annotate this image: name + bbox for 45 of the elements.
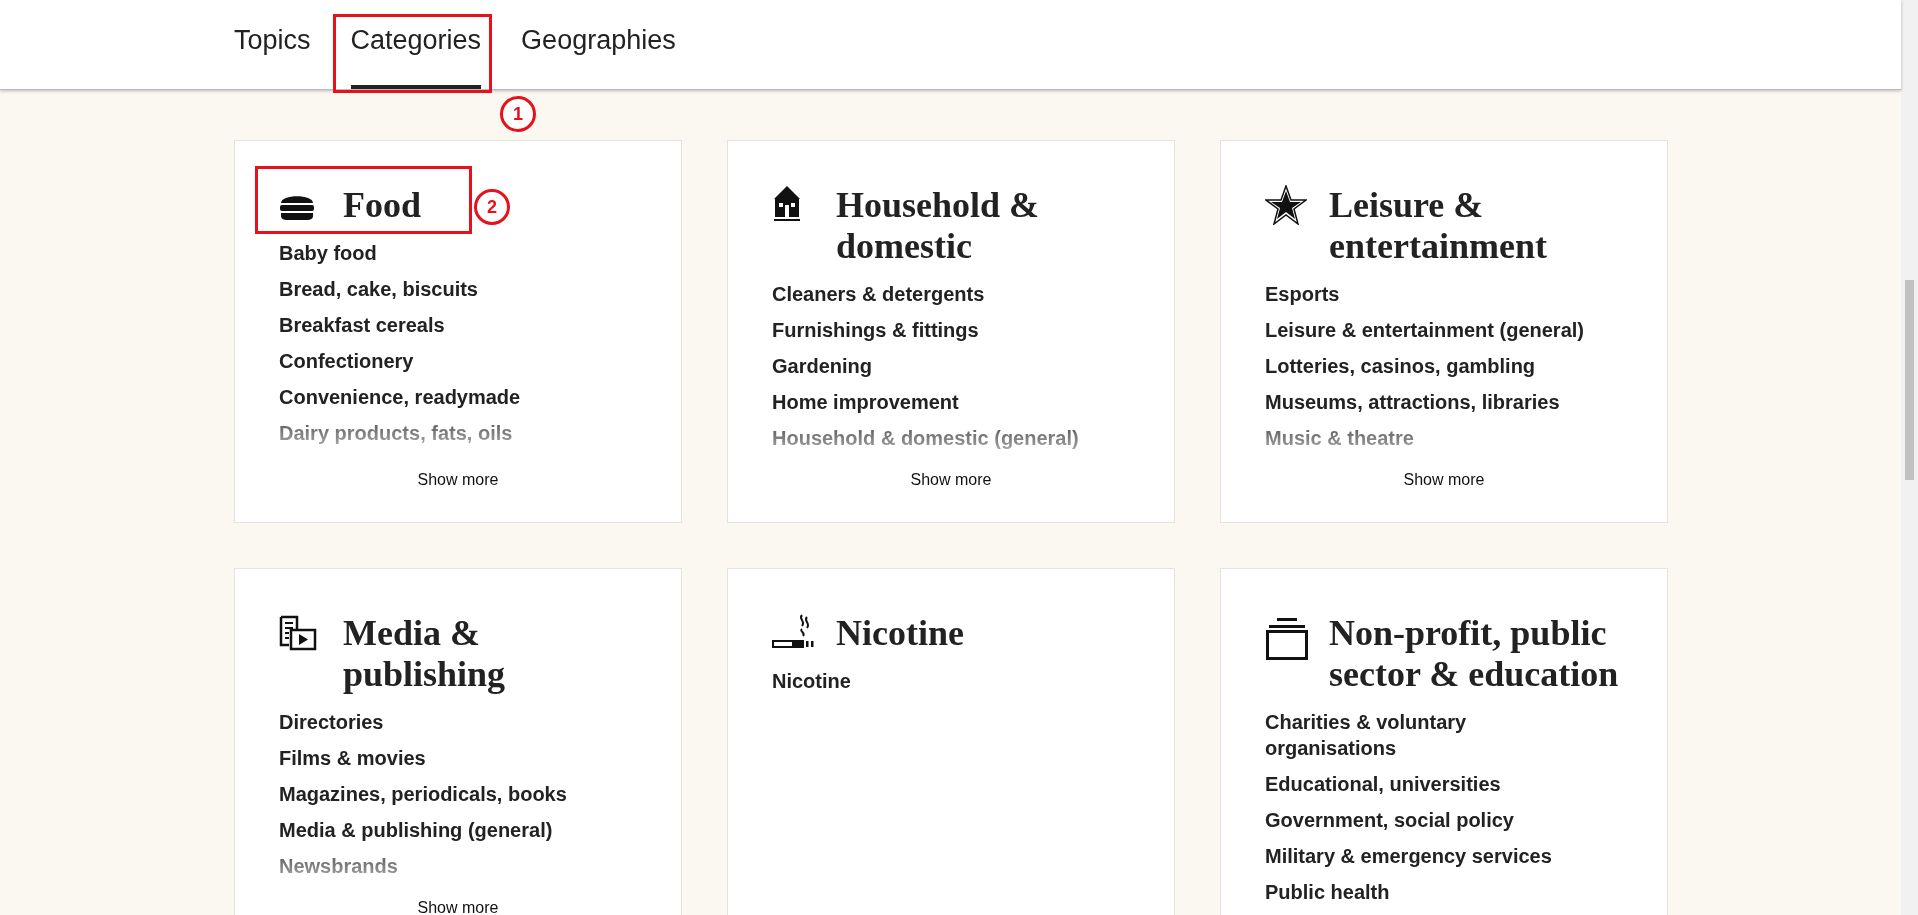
scrollbar-thumb[interactable] [1905,280,1914,480]
category-link[interactable]: Museums, attractions, libraries [1265,389,1595,415]
show-more-link[interactable]: Show more [1403,468,1485,492]
category-link[interactable]: Baby food [279,240,609,266]
show-more-link[interactable]: Show more [417,468,499,492]
category-link[interactable]: Bread, cake, biscuits [279,276,609,302]
tab[interactable]: Categories [350,0,482,89]
category-title[interactable]: Leisure & entertainment [1329,185,1623,267]
category-link[interactable]: Government, social policy [1265,807,1595,833]
category-link[interactable]: Lotteries, casinos, gambling [1265,353,1595,379]
show-more-link[interactable]: Show more [910,468,992,492]
category-link[interactable]: Convenience, readymade [279,384,609,410]
category-link[interactable]: Media & publishing (general) [279,817,609,843]
category-link[interactable]: Leisure & entertainment (general) [1265,317,1595,343]
media-icon [279,615,317,651]
annotation-number: 1 [500,96,537,132]
category-title[interactable]: Household & domestic [836,185,1130,267]
category-link[interactable]: Breakfast cereals [279,312,609,338]
category-link[interactable]: Furnishings & fittings [772,317,1102,343]
category-link[interactable]: Magazines, periodicals, books [279,781,609,807]
star-icon [1265,185,1307,225]
show-more-link[interactable]: Show more [417,896,499,915]
category-link[interactable]: Directories [279,709,609,735]
category-title[interactable]: Food [343,185,421,226]
category-link[interactable]: Cleaners & detergents [772,281,1102,307]
cigarette-icon [772,613,814,649]
category-title[interactable]: Media & publishing [343,613,637,695]
category-link[interactable]: Military & emergency services [1265,843,1595,869]
tab[interactable]: Topics [234,0,311,89]
category-link[interactable]: Films & movies [279,745,609,771]
category-link[interactable]: Educational, universities [1265,771,1595,797]
category-link[interactable]: Gardening [772,353,1102,379]
annotation-number: 2 [474,189,510,225]
category-link[interactable]: Confectionery [279,348,609,374]
category-link[interactable]: Esports [1265,281,1595,307]
house-icon [772,185,802,223]
tab[interactable]: Geographies [521,0,676,89]
category-link[interactable]: Public health [1265,879,1595,905]
category-title[interactable]: Nicotine [836,613,964,654]
category-link[interactable]: Home improvement [772,389,1102,415]
scrollbar[interactable] [1901,0,1918,915]
category-link[interactable]: Charities & voluntary organisations [1265,709,1595,761]
stack-icon [1265,617,1309,661]
category-title[interactable]: Non-profit, public sector & education [1329,613,1623,695]
category-link[interactable]: Nicotine [772,668,1102,694]
